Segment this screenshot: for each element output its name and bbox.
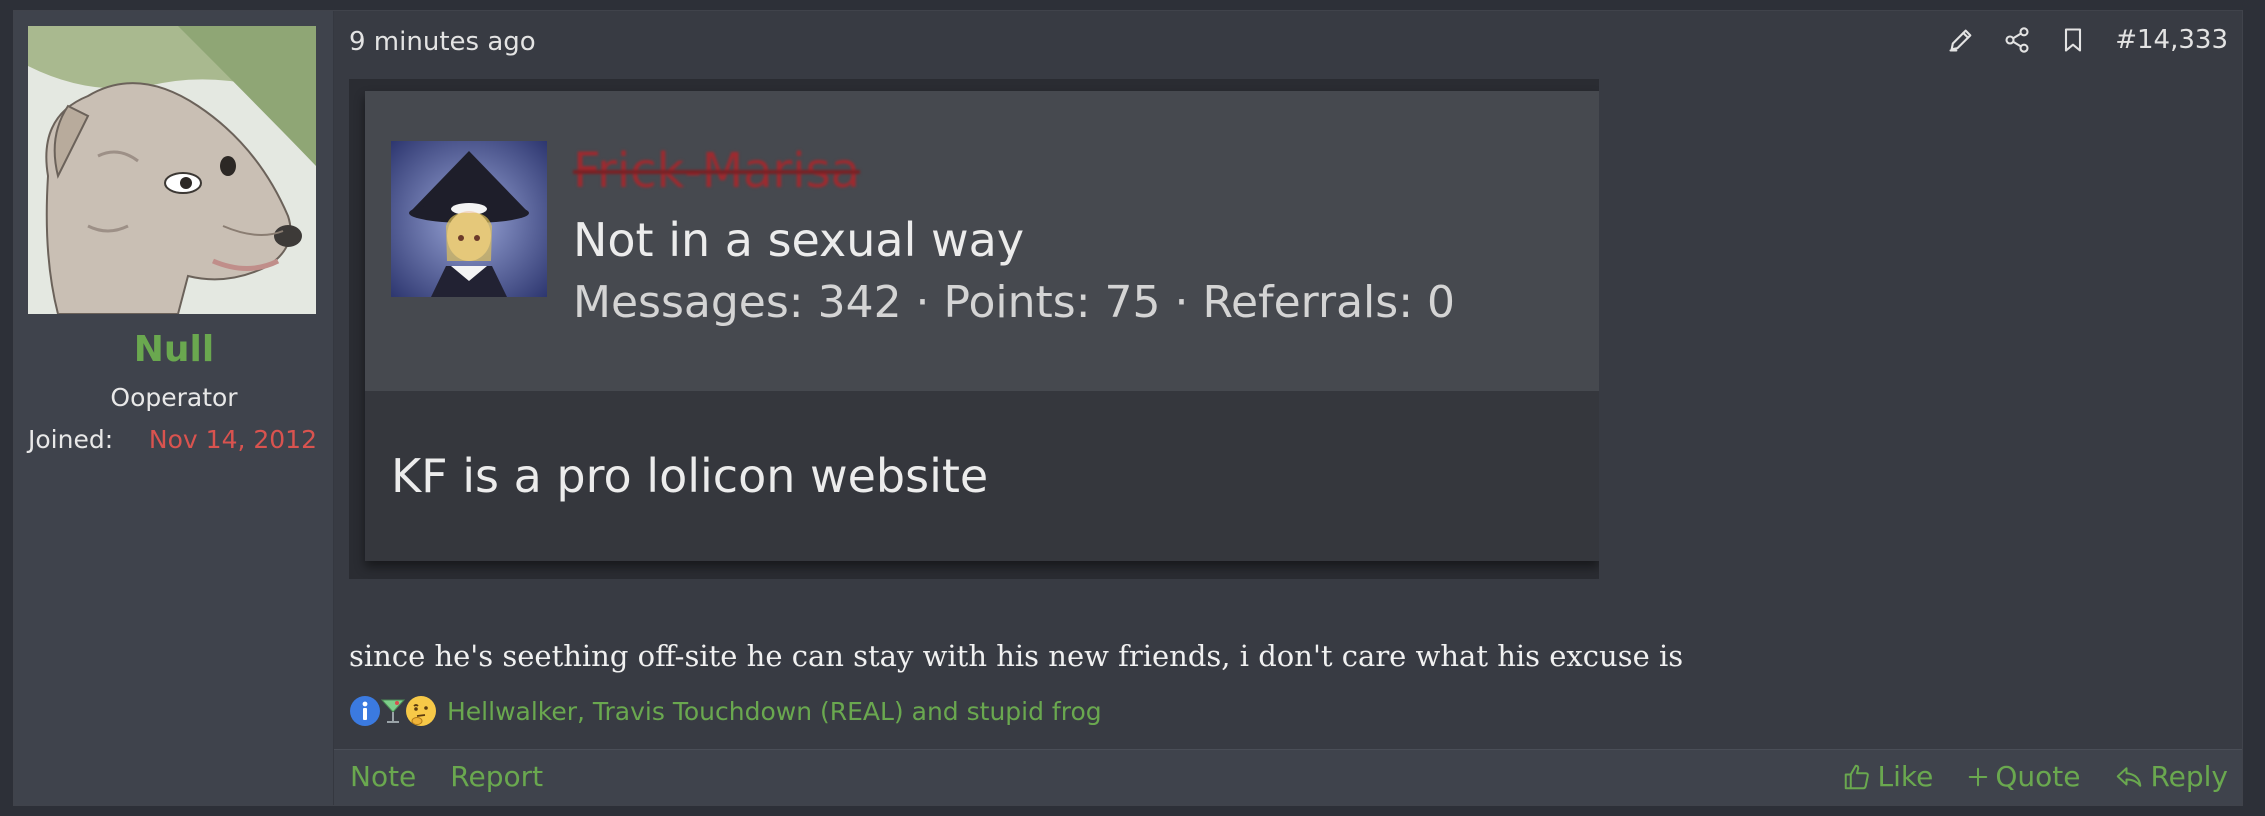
thumbs-up-icon bbox=[1842, 762, 1872, 792]
footer-right-actions: Like Quote Reply bbox=[1842, 760, 2228, 793]
quote-label: Quote bbox=[1995, 760, 2081, 793]
embed-user-card: Frick-Marisa Not in a sexual way Message… bbox=[365, 91, 1599, 391]
embed-avatar bbox=[391, 141, 547, 297]
embed-user-stats: Messages: 342 · Points: 75 · Referrals: … bbox=[573, 277, 1455, 328]
post-footer: Note Report Like Quote Reply bbox=[334, 749, 2242, 805]
anime-avatar-image bbox=[391, 141, 547, 297]
note-link[interactable]: Note bbox=[350, 760, 416, 793]
post-message: since he's seething off-site he can stay… bbox=[349, 639, 1684, 673]
user-title: Ooperator bbox=[110, 383, 238, 412]
reply-button[interactable]: Reply bbox=[2114, 760, 2228, 793]
reaction-users[interactable]: Hellwalker, Travis Touchdown (REAL) and … bbox=[447, 697, 1102, 726]
reactions-bar: Hellwalker, Travis Touchdown (REAL) and … bbox=[349, 695, 1102, 727]
edit-pencil-icon[interactable] bbox=[1947, 26, 1975, 54]
embed-panel: Frick-Marisa Not in a sexual way Message… bbox=[365, 91, 1599, 561]
like-button[interactable]: Like bbox=[1842, 760, 1934, 793]
dog-avatar-image bbox=[28, 26, 316, 314]
reply-label: Reply bbox=[2150, 760, 2228, 793]
post-timestamp[interactable]: 9 minutes ago bbox=[349, 27, 536, 57]
user-sidebar: Null Ooperator Joined: Nov 14, 2012 bbox=[14, 11, 334, 805]
footer-left-actions: Note Report bbox=[350, 760, 543, 793]
embed-username: Frick-Marisa bbox=[573, 143, 861, 199]
post-top-actions: #14,333 bbox=[1947, 25, 2228, 55]
joined-date: Nov 14, 2012 bbox=[148, 425, 317, 454]
post-number[interactable]: #14,333 bbox=[2115, 25, 2228, 55]
bookmark-icon[interactable] bbox=[2059, 26, 2087, 54]
quote-button[interactable]: Quote bbox=[1967, 760, 2080, 793]
reply-arrow-icon bbox=[2114, 762, 2144, 792]
embedded-screenshot[interactable]: Frick-Marisa Not in a sexual way Message… bbox=[349, 79, 1599, 579]
joined-label: Joined: bbox=[28, 425, 114, 454]
forum-post: Null Ooperator Joined: Nov 14, 2012 9 mi… bbox=[13, 10, 2243, 806]
embed-user-title: Not in a sexual way bbox=[573, 213, 1025, 267]
share-icon[interactable] bbox=[2003, 26, 2031, 54]
cocktail-icon[interactable] bbox=[377, 695, 406, 727]
user-avatar[interactable] bbox=[28, 26, 316, 314]
plus-icon bbox=[1967, 766, 1989, 788]
thinking-icon[interactable] bbox=[405, 695, 436, 727]
embed-message: KF is a pro lolicon website bbox=[391, 449, 989, 503]
informative-icon[interactable] bbox=[349, 695, 380, 727]
username[interactable]: Null bbox=[14, 329, 334, 370]
reaction-icons[interactable] bbox=[349, 695, 436, 727]
like-label: Like bbox=[1877, 760, 1934, 793]
report-link[interactable]: Report bbox=[450, 760, 543, 793]
post-main: 9 minutes ago #14,333 Frick-Marisa Not i… bbox=[334, 11, 2242, 805]
